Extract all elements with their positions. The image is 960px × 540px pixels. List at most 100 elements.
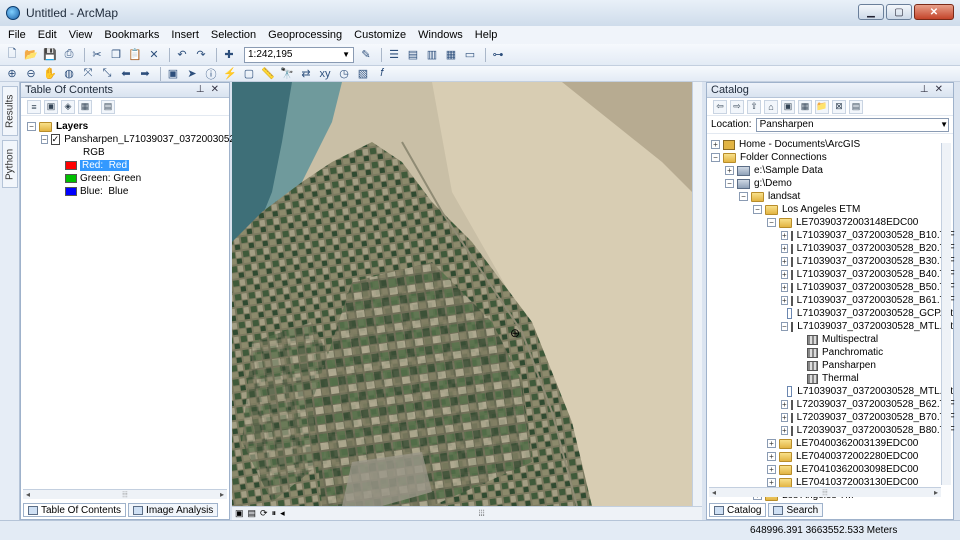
catalog-pin-close-icons[interactable]: ⊥✕ bbox=[920, 84, 949, 95]
expand-icon[interactable]: + bbox=[781, 270, 788, 279]
go-to-xy-icon[interactable]: xy bbox=[317, 66, 333, 82]
find-icon[interactable]: 🔭 bbox=[279, 66, 295, 82]
paste-icon[interactable]: 📋 bbox=[127, 47, 143, 63]
catalog-tree-item[interactable]: + L72039037_03720030528_B80.TIF bbox=[707, 424, 955, 437]
redo-icon[interactable]: ↷ bbox=[193, 47, 209, 63]
print-icon[interactable]: ⎙ bbox=[61, 47, 77, 63]
catalog-tree-item[interactable]: + L72039037_03720030528_B70.TIF bbox=[707, 411, 955, 424]
measure-icon[interactable]: 📏 bbox=[260, 66, 276, 82]
catalog-tree-item[interactable]: L71039037_03720030528_MTL.txt bbox=[707, 385, 953, 398]
expand-icon[interactable]: + bbox=[781, 400, 788, 409]
catalog-tree-item[interactable]: L71039037_03720030528_GCP.txt bbox=[707, 307, 953, 320]
select-elements-icon[interactable]: ➤ bbox=[184, 66, 200, 82]
collapse-icon[interactable]: − bbox=[781, 322, 788, 331]
catalog-tree-item[interactable]: + L71039037_03720030528_B10.TIF bbox=[707, 229, 955, 242]
copy-icon[interactable]: ❐ bbox=[108, 47, 124, 63]
fixed-zoom-out-icon[interactable]: ⤡ bbox=[99, 66, 115, 82]
collapse-icon[interactable]: − bbox=[767, 218, 776, 227]
undo-icon[interactable]: ↶ bbox=[174, 47, 190, 63]
up-one-level-icon[interactable]: ⇧ bbox=[747, 99, 761, 114]
catalog-tree-item[interactable]: − L71039037_03720030528_MTL.txt bbox=[707, 320, 953, 333]
menu-selection[interactable]: Selection bbox=[211, 29, 256, 41]
expand-icon[interactable]: + bbox=[781, 413, 788, 422]
minimize-button[interactable]: ▁ bbox=[858, 4, 884, 20]
python-tab[interactable]: Python bbox=[1, 140, 18, 188]
catalog-options-icon[interactable]: ▤ bbox=[849, 99, 863, 114]
expand-icon[interactable]: + bbox=[781, 231, 788, 240]
expand-icon[interactable]: + bbox=[781, 257, 788, 266]
menu-geoprocessing[interactable]: Geoprocessing bbox=[268, 29, 342, 41]
python-window-icon[interactable]: ▭ bbox=[462, 47, 478, 63]
disconnect-folder-icon[interactable]: ⊠ bbox=[832, 99, 846, 114]
catalog-window-icon[interactable]: ▤ bbox=[405, 47, 421, 63]
find-route-icon[interactable]: ⇄ bbox=[298, 66, 314, 82]
back-icon[interactable]: ⇦ bbox=[713, 99, 727, 114]
results-tab[interactable]: Results bbox=[1, 86, 18, 136]
expand-icon[interactable]: + bbox=[767, 439, 776, 448]
views-icon[interactable]: ▦ bbox=[798, 99, 812, 114]
python-fx-icon[interactable]: 𝑓 bbox=[374, 66, 390, 82]
open-icon[interactable]: 📂 bbox=[23, 47, 39, 63]
zoom-in-icon[interactable]: ⊕ bbox=[4, 66, 20, 82]
blue-swatch[interactable] bbox=[65, 187, 77, 196]
toc-horizontal-scrollbar[interactable]: ◂ ⦙⦙⦙ ▸ bbox=[23, 489, 227, 499]
catalog-tree-item[interactable]: + LE70410362003098EDC00 bbox=[707, 463, 953, 476]
catalog-vertical-scrollbar[interactable] bbox=[941, 143, 951, 485]
catalog-tree-item[interactable]: − Folder Connections bbox=[707, 151, 953, 164]
catalog-tree-item[interactable]: − landsat bbox=[707, 190, 953, 203]
red-swatch[interactable] bbox=[65, 161, 77, 170]
fixed-zoom-in-icon[interactable]: ⤧ bbox=[80, 66, 96, 82]
location-combobox[interactable]: Pansharpen ▼ bbox=[755, 117, 949, 132]
menu-customize[interactable]: Customize bbox=[354, 29, 406, 41]
list-by-drawing-order-icon[interactable]: ≡ bbox=[27, 99, 41, 114]
menu-file[interactable]: File bbox=[8, 29, 26, 41]
expand-icon[interactable]: + bbox=[767, 465, 776, 474]
delete-icon[interactable]: ✕ bbox=[146, 47, 162, 63]
map-display[interactable]: ⊕ bbox=[232, 82, 702, 506]
collapse-icon[interactable]: − bbox=[27, 122, 36, 131]
editor-toolbar-icon[interactable]: ✎ bbox=[358, 47, 374, 63]
time-slider-icon[interactable]: ◷ bbox=[336, 66, 352, 82]
arcmap-app-icon[interactable] bbox=[6, 6, 20, 20]
catalog-tree-item[interactable]: + e:\Sample Data bbox=[707, 164, 953, 177]
green-swatch[interactable] bbox=[65, 174, 77, 183]
expand-icon[interactable]: + bbox=[781, 426, 788, 435]
collapse-icon[interactable]: − bbox=[41, 135, 48, 144]
map-scale-combobox[interactable]: 1:242,195 ▼ bbox=[244, 46, 354, 63]
search-window-icon[interactable]: ▥ bbox=[424, 47, 440, 63]
expand-icon[interactable]: + bbox=[767, 452, 776, 461]
catalog-tree-item[interactable]: + L71039037_03720030528_B30.TIF bbox=[707, 255, 955, 268]
menu-windows[interactable]: Windows bbox=[418, 29, 463, 41]
list-by-selection-icon[interactable]: ▦ bbox=[78, 99, 92, 114]
catalog-tree-item[interactable]: + L71039037_03720030528_B61.TIF bbox=[707, 294, 955, 307]
catalog-tree-item[interactable]: Panchromatic bbox=[707, 346, 953, 359]
band-row-blue[interactable]: Blue: Blue bbox=[21, 185, 229, 198]
catalog-tree-item[interactable]: + L71039037_03720030528_B50.TIF bbox=[707, 281, 955, 294]
catalog-tree-item[interactable]: Thermal bbox=[707, 372, 953, 385]
expand-icon[interactable]: + bbox=[781, 283, 788, 292]
forward-icon[interactable]: ⇨ bbox=[730, 99, 744, 114]
options-icon[interactable]: ▤ bbox=[101, 99, 115, 114]
band-row-green[interactable]: Green: Green bbox=[21, 172, 229, 185]
catalog-tree-item[interactable]: + LE70400372002280EDC00 bbox=[707, 450, 953, 463]
collapse-icon[interactable]: − bbox=[711, 153, 720, 162]
expand-icon[interactable]: + bbox=[781, 296, 788, 305]
add-data-icon[interactable]: ✚ bbox=[221, 47, 237, 63]
catalog-tree-item[interactable]: − LE70390372003148EDC00 bbox=[707, 216, 953, 229]
layer-visibility-checkbox[interactable]: ✓ bbox=[50, 134, 61, 145]
pan-icon[interactable]: ✋ bbox=[42, 66, 58, 82]
catalog-tree-item[interactable]: + L71039037_03720030528_B20.TIF bbox=[707, 242, 955, 255]
list-by-source-icon[interactable]: ▣ bbox=[44, 99, 58, 114]
html-popup-icon[interactable]: ▢ bbox=[241, 66, 257, 82]
arctoolbox-icon[interactable]: ▦ bbox=[443, 47, 459, 63]
catalog-tree-item[interactable]: Pansharpen bbox=[707, 359, 953, 372]
identify-icon[interactable]: ⓘ bbox=[203, 66, 219, 82]
list-by-visibility-icon[interactable]: ◈ bbox=[61, 99, 75, 114]
catalog-tree-item[interactable]: + L72039037_03720030528_B62.TIF bbox=[707, 398, 955, 411]
menu-bookmarks[interactable]: Bookmarks bbox=[104, 29, 159, 41]
catalog-tree-item[interactable]: − g:\Demo bbox=[707, 177, 953, 190]
map-vertical-scrollbar[interactable] bbox=[692, 82, 702, 506]
collapse-icon[interactable]: − bbox=[725, 179, 734, 188]
select-features-icon[interactable]: ▣ bbox=[165, 66, 181, 82]
tab-image-analysis[interactable]: Image Analysis bbox=[128, 503, 219, 517]
